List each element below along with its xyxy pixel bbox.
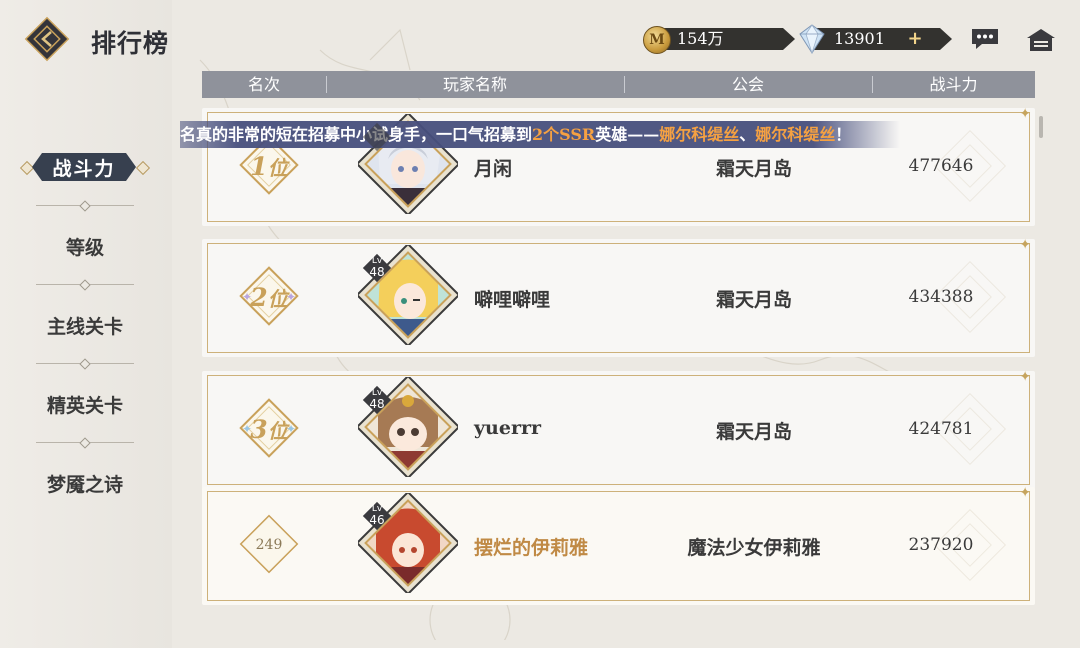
divider [36,442,134,443]
player-level: Lv 48 [369,388,385,411]
back-logo-icon[interactable] [24,16,70,62]
ranking-table-header: 名次 玩家名称 公会 战斗力 [202,71,1035,98]
home-icon[interactable] [1026,27,1056,53]
power-value: 424781 [908,419,974,439]
my-ranking-row[interactable]: ✦ 249 Lv 46 摆烂的伊莉雅 魔法少女伊莉雅 237920 [202,485,1035,605]
menu-item-nightmare-poem[interactable]: 梦魇之诗 [18,470,152,497]
gold-coin-icon: M [643,26,671,54]
rank-number: 2位 [250,283,288,312]
power-value: 237920 [908,535,974,555]
add-gems-button[interactable]: + [905,28,925,50]
guild-name: 霜天月岛 [715,421,792,443]
rank-number: 3位 [250,415,288,444]
announcement-marquee: 名真的非常的短在招募中小试身手，一口气招募到2个SSR英雄——娜尔科缇丝、娜尔科… [180,121,900,148]
menu-item-main-stage[interactable]: 主线关卡 [18,312,152,339]
divider [36,363,134,364]
player-name: 噼哩噼哩 [474,289,551,311]
player-name: 摆烂的伊莉雅 [474,537,589,559]
column-header-guild: 公会 [731,75,764,94]
guild-name: 魔法少女伊莉雅 [687,537,821,559]
rank-number: 1位 [250,152,288,181]
ranking-row[interactable]: ✦ ✦ ✦ 2位 Lv 48 噼哩噼哩 霜天月岛 434388 [202,237,1035,357]
guild-name: 霜天月岛 [715,158,792,180]
gem-amount: 13901 [812,28,952,50]
player-level: Lv 46 [369,504,385,527]
menu-item-power[interactable]: 战斗力 [18,149,151,185]
level-badge-icon [362,122,392,152]
power-value: 434388 [908,287,974,307]
ranking-row[interactable]: ✦ ✦ ✦ 3位 Lv 48 yuerrr 霜天月岛 424781 [202,369,1035,489]
divider [36,284,134,285]
menu-item-level[interactable]: 等级 [18,233,152,260]
rank-number: 249 [255,537,283,553]
column-header-rank: 名次 [247,75,280,94]
chat-icon[interactable] [970,27,1000,51]
column-header-player: 玩家名称 [442,75,507,94]
divider [36,205,134,206]
power-value: 477646 [908,156,974,176]
page-title: 排行榜 [91,29,170,58]
player-name: 月闲 [474,158,513,180]
diamond-gem-icon [799,24,825,54]
list-scrollbar[interactable] [1039,116,1043,138]
gold-amount: 154万 [655,28,795,50]
guild-name: 霜天月岛 [715,289,792,311]
gem-currency: 13901 + [799,24,933,54]
player-name: yuerrr [474,417,541,439]
menu-item-label: 战斗力 [52,158,116,180]
menu-item-elite-stage[interactable]: 精英关卡 [18,391,152,418]
gold-currency: M 154万 [643,26,775,54]
column-header-power: 战斗力 [929,75,978,94]
player-level: Lv 48 [369,256,385,279]
